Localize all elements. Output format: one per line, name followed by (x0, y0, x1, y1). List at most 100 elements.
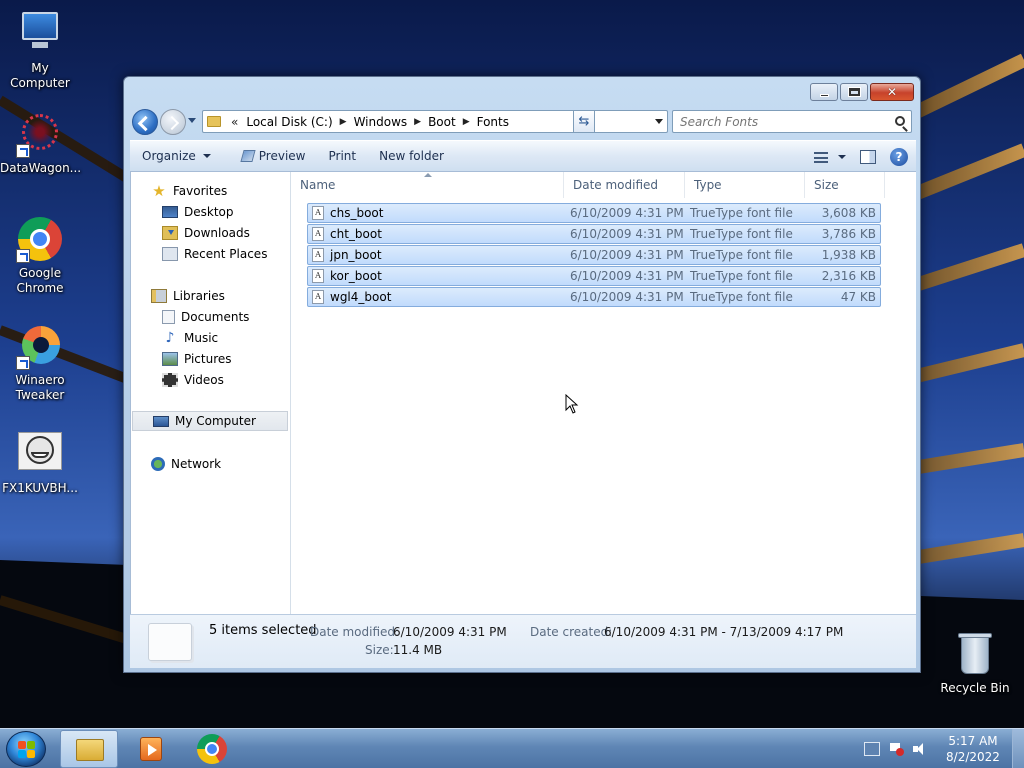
nav-videos[interactable]: Videos (131, 370, 289, 390)
size-label: Size: (365, 643, 394, 657)
change-view-button[interactable] (814, 151, 846, 163)
nav-label: Pictures (184, 352, 232, 366)
folder-icon (76, 739, 104, 761)
column-header-label: Type (694, 178, 722, 192)
minimize-button[interactable] (810, 83, 838, 101)
nav-label: Libraries (173, 289, 225, 303)
chevron-down-icon (838, 155, 846, 159)
search-box[interactable] (672, 110, 912, 133)
show-desktop-button[interactable] (1012, 729, 1024, 768)
network-tray-icon[interactable] (864, 742, 880, 756)
shortcut-arrow-icon (16, 249, 30, 263)
file-row[interactable]: Awgl4_boot 6/10/2009 4:31 PM TrueType fo… (307, 287, 881, 307)
forward-button[interactable] (160, 109, 186, 135)
desktop-icon-google-chrome[interactable]: Google Chrome (0, 215, 80, 296)
address-overflow-chevron[interactable]: « (227, 115, 242, 129)
file-row[interactable]: Akor_boot 6/10/2009 4:31 PM TrueType fon… (307, 266, 881, 286)
explorer-window: ✕ « Local Disk (C:) ▶ Windows ▶ Boot ▶ F… (123, 76, 921, 673)
refresh-button[interactable]: ⇆ (573, 110, 595, 133)
breadcrumb-separator-icon[interactable]: ▶ (460, 117, 473, 127)
breadcrumb-fonts[interactable]: Fonts (473, 115, 513, 129)
size-value: 11.4 MB (393, 643, 443, 657)
file-name: cht_boot (330, 227, 382, 241)
nav-my-computer[interactable]: My Computer (132, 411, 288, 431)
folder-icon (207, 116, 221, 127)
taskbar-explorer-button[interactable] (60, 730, 118, 768)
back-button[interactable] (132, 109, 158, 135)
volume-icon[interactable] (912, 742, 928, 756)
file-size: 47 KB (840, 290, 876, 304)
start-button[interactable] (6, 731, 46, 767)
libraries-icon (151, 289, 167, 303)
help-icon[interactable]: ? (890, 148, 908, 166)
navigation-bar: « Local Disk (C:) ▶ Windows ▶ Boot ▶ Fon… (132, 107, 912, 135)
desktop-icon-label: Recycle Bin (940, 681, 1010, 695)
file-name: chs_boot (330, 206, 384, 220)
print-button[interactable]: Print (314, 141, 365, 171)
font-file-icon: A (312, 269, 324, 283)
file-row[interactable]: Ajpn_boot 6/10/2009 4:31 PM TrueType fon… (307, 245, 881, 265)
documents-icon (162, 310, 175, 324)
desktop-icon-datawagon[interactable]: DataWagon... (0, 110, 81, 176)
preview-button[interactable]: Preview (220, 141, 315, 171)
taskbar-media-player-button[interactable] (120, 730, 178, 768)
column-header-label: Name (300, 178, 336, 192)
nav-downloads[interactable]: Downloads (131, 223, 289, 243)
clock[interactable]: 5:17 AM 8/2/2022 (938, 733, 1008, 765)
clock-date: 8/2/2022 (946, 750, 1000, 764)
file-size: 2,316 KB (821, 269, 876, 283)
address-bar[interactable]: « Local Disk (C:) ▶ Windows ▶ Boot ▶ Fon… (202, 110, 668, 133)
nav-documents[interactable]: Documents (131, 307, 289, 327)
nav-network[interactable]: Network (131, 454, 289, 474)
desktop-icon-label: FX1KUVBH... (2, 481, 78, 495)
file-name-cell: Ajpn_boot (312, 246, 382, 264)
windows-logo-icon (18, 741, 36, 759)
close-button[interactable]: ✕ (870, 83, 914, 101)
file-type: TrueType font file (690, 206, 793, 220)
recent-pages-dropdown[interactable] (188, 118, 196, 123)
file-row[interactable]: Achs_boot 6/10/2009 4:31 PM TrueType fon… (307, 203, 881, 223)
action-center-flag-icon[interactable] (888, 742, 904, 756)
column-header-type[interactable]: Type (685, 172, 805, 198)
nav-pictures[interactable]: Pictures (131, 349, 289, 369)
maximize-button[interactable] (840, 83, 868, 101)
column-header-date[interactable]: Date modified (564, 172, 685, 198)
column-header-label: Size (814, 178, 839, 192)
breadcrumb-separator-icon[interactable]: ▶ (411, 117, 424, 127)
new-folder-button[interactable]: New folder (365, 141, 453, 171)
breadcrumb-windows[interactable]: Windows (350, 115, 412, 129)
organize-button[interactable]: Organize (130, 141, 220, 171)
shortcut-arrow-icon (16, 356, 30, 370)
nav-music[interactable]: ♪ Music (131, 328, 289, 348)
search-input[interactable] (680, 114, 880, 129)
search-icon[interactable] (895, 116, 905, 126)
column-header-size[interactable]: Size (805, 172, 885, 198)
image-file-icon (16, 430, 64, 478)
breadcrumb-separator-icon[interactable]: ▶ (337, 117, 350, 127)
nav-favorites[interactable]: ★ Favorites (131, 181, 289, 201)
file-size: 1,938 KB (821, 248, 876, 262)
chrome-icon (16, 215, 64, 263)
selection-summary: 5 items selected (209, 623, 317, 638)
column-header-name[interactable]: Name (291, 172, 564, 198)
nav-desktop[interactable]: Desktop (131, 202, 289, 222)
breadcrumb-boot[interactable]: Boot (424, 115, 460, 129)
file-name: kor_boot (330, 269, 382, 283)
breadcrumb-local-disk[interactable]: Local Disk (C:) (242, 115, 336, 129)
desktop-icon-winaero-tweaker[interactable]: Winaero Tweaker (0, 322, 80, 403)
file-row[interactable]: Acht_boot 6/10/2009 4:31 PM TrueType fon… (307, 224, 881, 244)
nav-label: My Computer (175, 414, 256, 428)
desktop-icon-fx1kuvbh[interactable]: FX1KUVBH... (0, 430, 80, 496)
address-dropdown-icon[interactable] (655, 119, 663, 124)
nav-recent-places[interactable]: Recent Places (131, 244, 289, 264)
organize-label: Organize (142, 149, 196, 163)
desktop-icon-my-computer[interactable]: My Computer (0, 10, 80, 91)
desktop-icon-recycle-bin[interactable]: Recycle Bin (935, 630, 1015, 696)
file-date: 6/10/2009 4:31 PM (570, 248, 684, 262)
preview-pane-toggle-icon[interactable] (860, 150, 876, 164)
font-file-icon: A (312, 248, 324, 262)
music-icon: ♪ (165, 330, 175, 346)
taskbar-chrome-button[interactable] (184, 730, 242, 768)
nav-label: Recent Places (184, 247, 268, 261)
nav-libraries[interactable]: Libraries (131, 286, 289, 306)
